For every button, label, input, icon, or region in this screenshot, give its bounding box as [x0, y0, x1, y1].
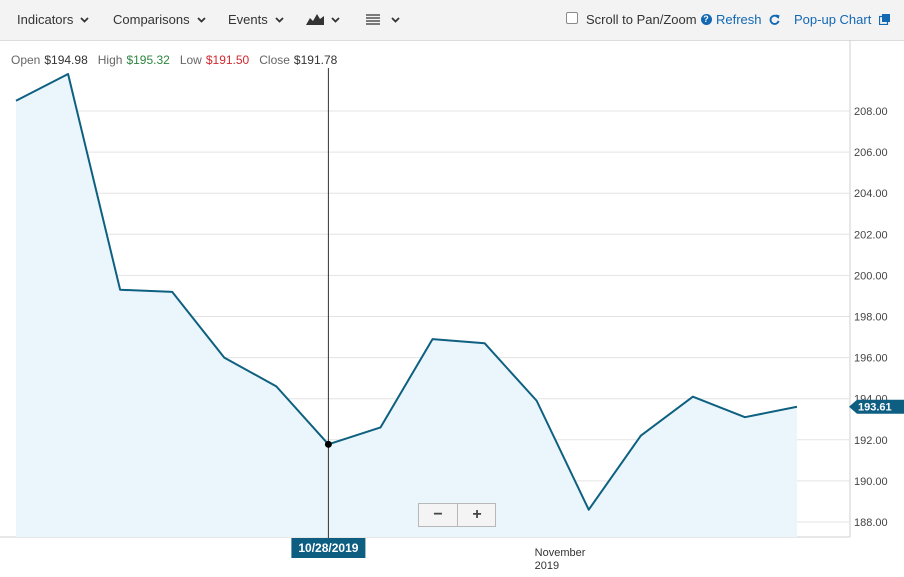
zoom-controls: − + — [418, 503, 496, 527]
events-label: Events — [228, 12, 268, 27]
data-point — [170, 290, 174, 294]
crosshair-date-label: 10/28/2019 — [298, 541, 358, 555]
x-year-label: 2019 — [535, 560, 559, 572]
indicators-menu[interactable]: Indicators — [17, 0, 90, 40]
zoom-in-button[interactable]: + — [458, 504, 496, 526]
popup-chart-label: Pop-up Chart — [794, 12, 872, 27]
data-point — [691, 395, 695, 399]
list-lines-icon — [366, 13, 380, 25]
y-tick-label: 190.00 — [854, 476, 888, 488]
data-point — [795, 405, 799, 409]
chart-toolbar: Indicators Comparisons Events Scroll to … — [0, 0, 904, 41]
data-point — [743, 415, 747, 419]
y-tick-label: 206.00 — [854, 147, 888, 159]
chevron-down-icon — [331, 16, 340, 23]
mountain-chart-icon — [306, 14, 324, 26]
popup-window-icon — [878, 13, 890, 25]
scroll-zoom-label: Scroll to Pan/Zoom — [586, 12, 697, 27]
data-point — [431, 337, 435, 341]
chevron-down-icon — [391, 16, 400, 23]
data-point — [535, 399, 539, 403]
data-point — [587, 508, 591, 512]
scroll-zoom-checkbox[interactable] — [566, 12, 578, 24]
data-point — [378, 425, 382, 429]
y-tick-label: 202.00 — [854, 229, 888, 241]
comparisons-menu[interactable]: Comparisons — [113, 0, 206, 40]
data-point — [222, 356, 226, 360]
area-fill — [16, 74, 797, 537]
refresh-button[interactable]: Refresh — [716, 0, 780, 40]
data-point — [66, 72, 70, 76]
y-tick-label: 200.00 — [854, 270, 888, 282]
data-point — [14, 99, 18, 103]
chevron-down-icon — [80, 16, 90, 23]
scroll-zoom-option[interactable]: Scroll to Pan/Zoom? — [586, 0, 712, 40]
data-point — [639, 434, 643, 438]
data-point — [483, 341, 487, 345]
price-chart[interactable]: 188.00190.00192.00194.00196.00198.00200.… — [0, 40, 904, 577]
data-point — [274, 384, 278, 388]
x-month-label: November — [535, 547, 586, 559]
y-tick-label: 204.00 — [854, 188, 888, 200]
refresh-label: Refresh — [716, 12, 762, 27]
zoom-out-button[interactable]: − — [419, 504, 457, 526]
refresh-icon — [769, 14, 780, 25]
events-menu[interactable]: Events — [228, 0, 284, 40]
y-tick-label: 198.00 — [854, 312, 888, 324]
y-tick-label: 192.00 — [854, 435, 888, 447]
chart-type-menu[interactable] — [306, 0, 340, 40]
chart-settings-menu[interactable] — [366, 0, 400, 40]
y-tick-label: 188.00 — [854, 517, 888, 529]
last-value-label: 193.61 — [858, 402, 892, 414]
y-tick-label: 208.00 — [854, 106, 888, 118]
chevron-down-icon — [275, 16, 284, 23]
popup-chart-button[interactable]: Pop-up Chart — [794, 0, 890, 40]
chevron-down-icon — [196, 16, 206, 23]
question-circle-icon[interactable]: ? — [700, 14, 712, 26]
comparisons-label: Comparisons — [113, 12, 190, 27]
data-point — [118, 288, 122, 292]
indicators-label: Indicators — [17, 12, 74, 27]
y-tick-label: 196.00 — [854, 353, 888, 365]
crosshair-dot — [324, 440, 332, 448]
